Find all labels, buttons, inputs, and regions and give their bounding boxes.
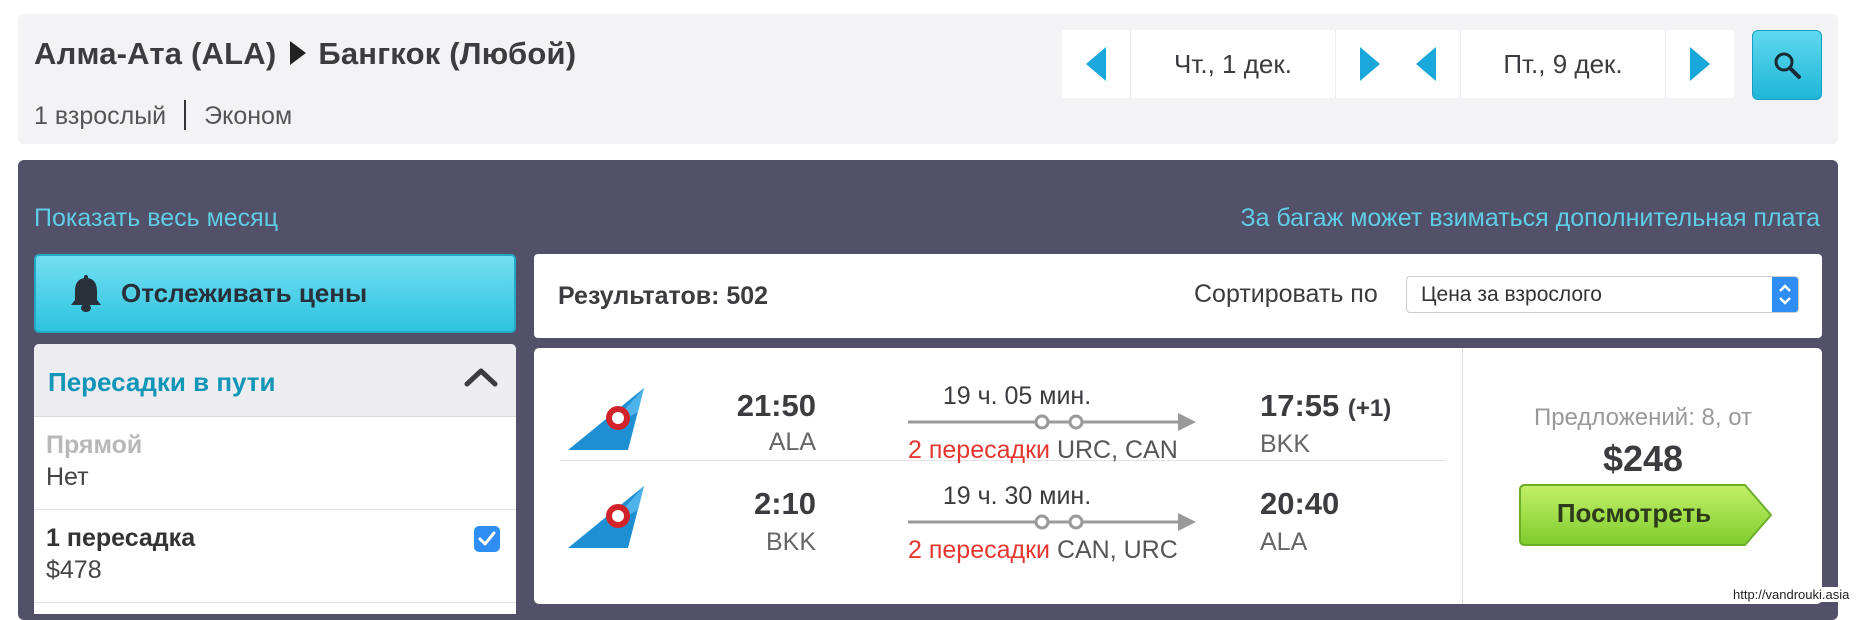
arrow-left-icon: [1086, 47, 1106, 81]
checkmark-icon: [478, 531, 496, 546]
departure-time: 21:50: [736, 388, 816, 423]
results-bar: Результатов: 502 Сортировать по Цена за …: [534, 254, 1822, 338]
filter-option-name: 1 пересадка: [46, 524, 196, 552]
watermark-text: http://vandrouki.asia: [1733, 587, 1850, 602]
origin-label: Алма-Ата (ALA): [34, 36, 277, 71]
sort-select[interactable]: Цена за взрослого: [1406, 276, 1799, 313]
arrow-right-icon: [1360, 47, 1380, 81]
stops-filter-header[interactable]: Пересадки в пути: [34, 344, 516, 417]
filter-option-value: Нет: [46, 463, 89, 491]
arrow-left-icon: [1416, 47, 1436, 81]
cabin-label: Эконом: [204, 102, 293, 130]
filter-option-name: Прямой: [46, 431, 143, 459]
flight-card: 21:50 ALA 19 ч. 05 мин. 2 пересадки URC,…: [534, 348, 1822, 604]
stops-filter-title: Пересадки в пути: [48, 367, 276, 397]
search-button[interactable]: [1752, 30, 1822, 100]
stop-cities: CAN, URC: [1056, 536, 1178, 564]
search-summary-header: Алма-Ата (ALA) Бангкок (Любой) 1 взрослый…: [18, 14, 1838, 144]
filter-option-one-stop[interactable]: 1 пересадка $478: [34, 510, 516, 603]
arrival-time: 20:40: [1260, 486, 1340, 521]
airline-logo-icon: [568, 388, 644, 450]
select-arrows-icon: [1772, 277, 1798, 312]
filter-option-direct: Прямой Нет: [34, 417, 516, 510]
return-date-picker: Пт., 9 дек.: [1392, 30, 1734, 98]
divider: [184, 100, 187, 131]
results-count: Результатов: 502: [558, 282, 769, 310]
one-stop-checkbox[interactable]: [474, 526, 500, 552]
arrival-airport: ALA: [1260, 528, 1308, 556]
view-offer-button[interactable]: Посмотреть: [1519, 484, 1773, 551]
departure-time: 2:10: [753, 486, 816, 521]
search-icon: [1774, 52, 1801, 79]
departure-airport: BKK: [765, 528, 816, 556]
stops-filter: Пересадки в пути Прямой Нет 1 пересадка …: [34, 344, 516, 614]
passengers-label: 1 взрослый: [34, 102, 167, 130]
next-day-indicator: (+1): [1347, 395, 1392, 422]
stops-info: 2 пересадки CAN, URC: [908, 536, 1178, 565]
flight-duration: 19 ч. 05 мин.: [942, 382, 1092, 410]
track-prices-label: Отслеживать цены: [121, 278, 368, 308]
arrow-right-icon: [1690, 47, 1710, 81]
price-box: Предложений: 8, от $248 Посмотреть: [1462, 348, 1823, 604]
flight-duration: 19 ч. 30 мин.: [942, 482, 1092, 510]
price: $248: [1602, 438, 1684, 479]
arrival-time: 17:55 (+1): [1260, 388, 1392, 423]
bell-icon: [71, 275, 101, 312]
return-prev-day-button[interactable]: [1392, 30, 1460, 98]
arrival-airport: BKK: [1260, 430, 1311, 458]
return-leg: 2:10 BKK 19 ч. 30 мин. 2 пересадки CAN, …: [560, 460, 1446, 572]
chevron-up-icon: [464, 368, 498, 387]
route-line-icon: [908, 413, 1196, 431]
sort-select-value: Цена за взрослого: [1421, 283, 1602, 306]
route-arrow-icon: [290, 40, 307, 65]
route-line-icon: [908, 513, 1196, 531]
baggage-fee-link[interactable]: За багаж может взиматься дополнительная …: [1240, 204, 1820, 233]
return-next-day-button[interactable]: [1666, 30, 1734, 98]
return-date[interactable]: Пт., 9 дек.: [1460, 30, 1666, 98]
outbound-leg: 21:50 ALA 19 ч. 05 мин. 2 пересадки URC,…: [560, 348, 1446, 464]
passenger-info: 1 взрослый Эконом: [34, 100, 293, 132]
depart-date-picker: Чт., 1 дек.: [1062, 30, 1404, 98]
sort-label: Сортировать по: [1194, 280, 1378, 308]
depart-date[interactable]: Чт., 1 дек.: [1130, 30, 1336, 98]
show-whole-month-link[interactable]: Показать весь месяц: [34, 204, 278, 233]
view-offer-label: Посмотреть: [1556, 498, 1712, 528]
offers-count: Предложений: 8, от: [1533, 404, 1753, 431]
route-title: Алма-Ата (ALA) Бангкок (Любой): [34, 36, 576, 72]
depart-prev-day-button[interactable]: [1062, 30, 1130, 98]
departure-airport: ALA: [768, 428, 816, 456]
filter-option-value: $478: [46, 556, 102, 584]
airline-logo-icon: [568, 486, 644, 548]
stops-count: 2 пересадки: [908, 536, 1050, 564]
track-prices-button[interactable]: Отслеживать цены: [34, 254, 516, 333]
destination-label: Бангкок (Любой): [318, 36, 577, 71]
